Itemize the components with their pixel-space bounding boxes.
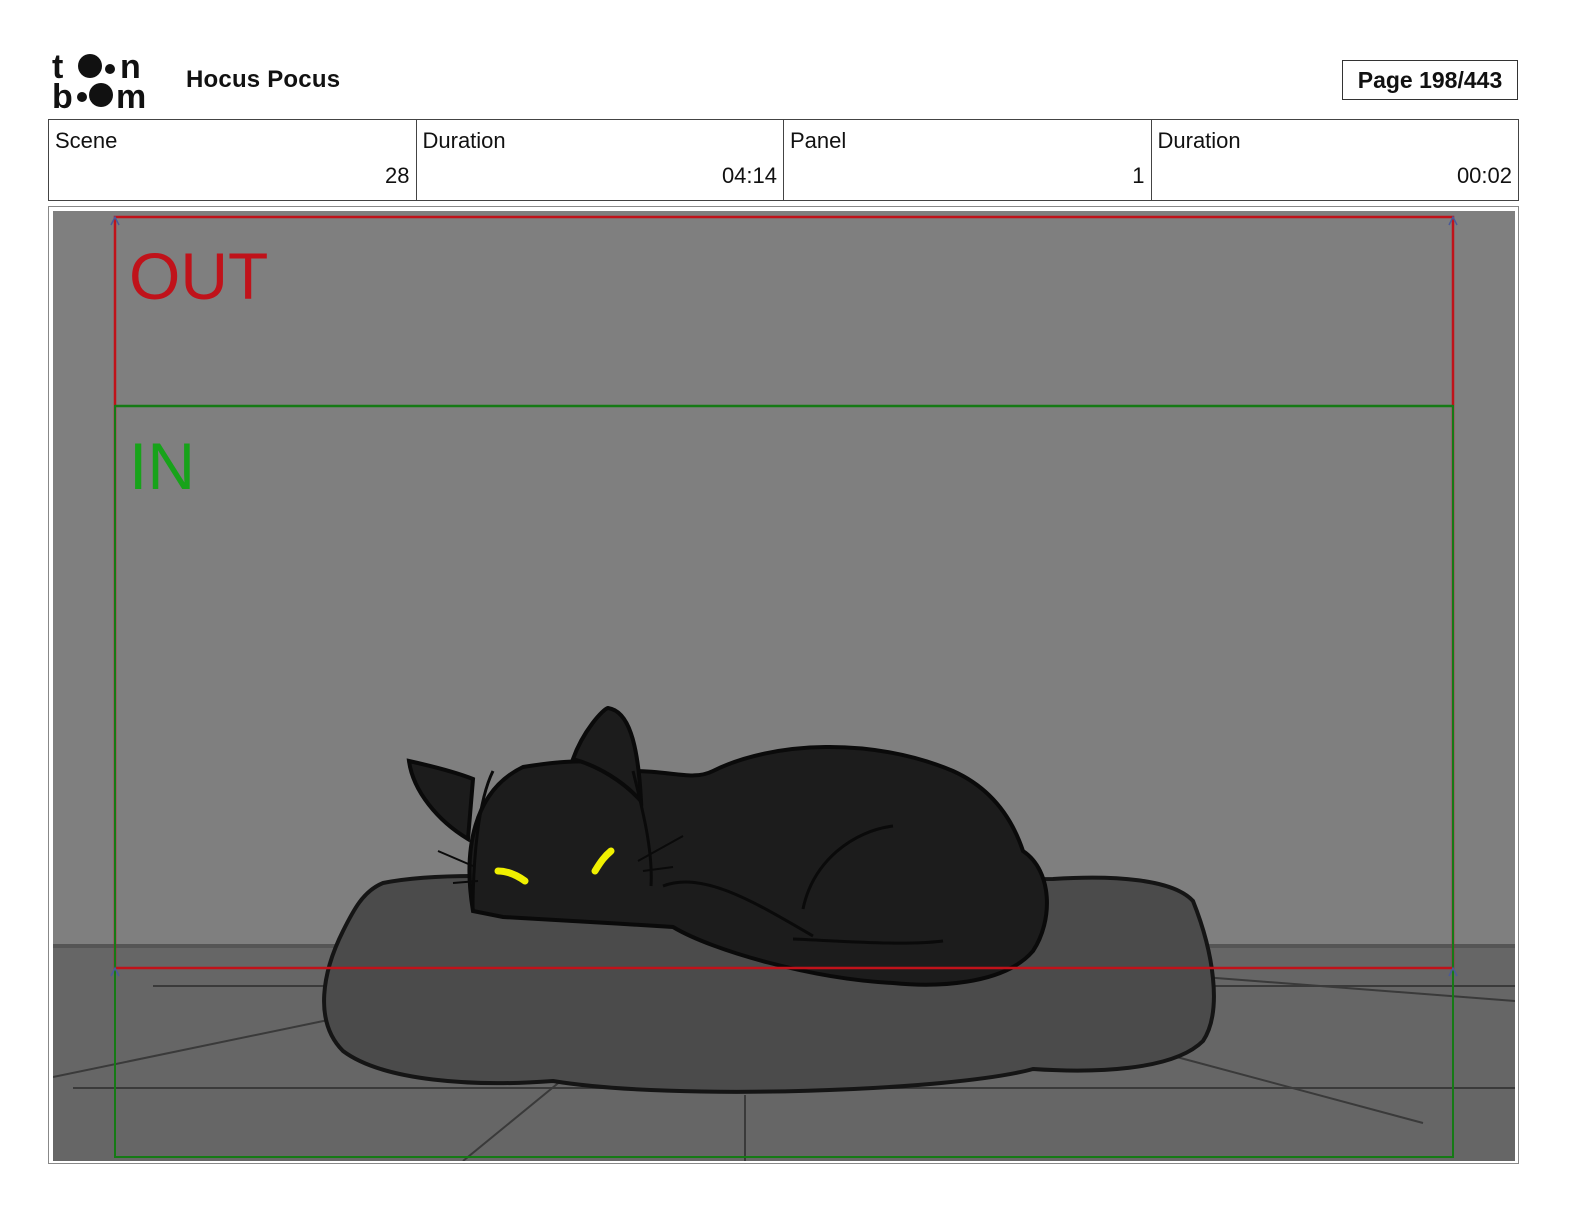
scene-cell: Scene 28: [49, 120, 417, 200]
panel-label: Panel: [790, 128, 847, 153]
svg-text:m: m: [116, 78, 146, 112]
panel-cell: Panel 1: [784, 120, 1152, 200]
scene-label: Scene: [55, 128, 118, 153]
scene-value: 28: [385, 163, 410, 188]
panel-duration-label: Duration: [1157, 128, 1241, 153]
scene-duration-label: Duration: [422, 128, 506, 153]
out-label: OUT: [129, 239, 268, 313]
page-number: Page 198/443: [1342, 60, 1518, 100]
svg-text:b: b: [52, 78, 73, 112]
panel-value: 1: [1132, 163, 1145, 188]
scene-duration-value: 04:14: [721, 163, 777, 188]
in-label: IN: [129, 429, 195, 503]
panel-drawing: OUT IN: [53, 211, 1515, 1161]
storyboard-panel: OUT IN: [48, 206, 1519, 1164]
scene-duration-cell: Duration 04:14: [417, 120, 784, 200]
scene-info-table: Scene 28 Duration 04:14 Panel 1 Duration…: [48, 119, 1519, 201]
panel-duration-cell: Duration 00:02: [1152, 120, 1519, 200]
toon-boom-logo: t n b m: [52, 50, 146, 112]
panel-duration-value: 00:02: [1456, 163, 1512, 188]
project-title: Hocus Pocus: [186, 66, 341, 93]
